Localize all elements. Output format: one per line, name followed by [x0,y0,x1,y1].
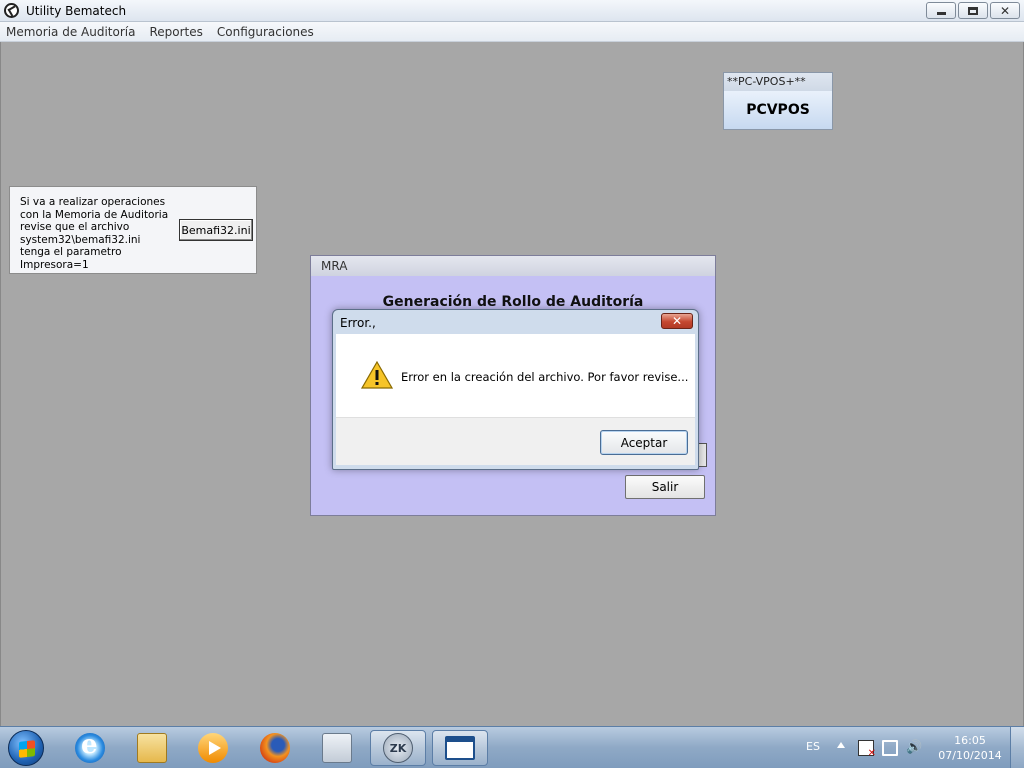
taskbar-media-player[interactable] [185,730,241,766]
volume-icon[interactable]: 🔊 [906,740,922,756]
info-box: Si va a realizar operaciones con la Memo… [9,186,257,274]
error-dialog-footer: Aceptar [336,417,695,465]
mra-title: MRA [311,256,715,276]
application-window-icon [445,736,475,760]
menu-bar: Memoria de Auditoría Reportes Configurac… [0,22,1024,42]
menu-configuraciones[interactable]: Configuraciones [217,25,314,39]
client-area: **PC-VPOS+** PCVPOS Si va a realizar ope… [0,42,1024,726]
pcvpos-panel: **PC-VPOS+** PCVPOS [723,72,833,130]
taskbar-firefox[interactable] [247,730,303,766]
menu-reportes[interactable]: Reportes [149,25,202,39]
media-player-icon [198,733,228,763]
taskbar: ZK ES 🔊 16:05 07/10/2014 [0,726,1024,768]
window-titlebar: Utility Bematech ✕ [0,0,1024,22]
taskbar-internet-explorer[interactable] [62,730,118,766]
error-dialog-body: Error en la creación del archivo. Por fa… [336,334,695,417]
mra-obscured-button[interactable] [699,443,707,467]
action-center-flag-icon[interactable] [858,740,876,759]
firefox-icon [260,733,290,763]
zk-app-icon: ZK [383,733,413,763]
system-clock[interactable]: 16:05 07/10/2014 [934,733,1006,763]
taskbar-calculator[interactable] [309,730,365,766]
windows-explorer-icon [137,733,167,763]
clock-date: 07/10/2014 [938,749,1002,762]
minimize-icon [936,12,946,15]
restore-button[interactable] [958,2,988,19]
close-button[interactable]: ✕ [990,2,1020,19]
network-icon[interactable] [882,740,898,756]
taskbar-utility-bematech[interactable] [432,730,488,766]
show-desktop-button[interactable] [1010,727,1024,768]
taskbar-windows-explorer[interactable] [124,730,180,766]
taskbar-zk-app[interactable]: ZK [370,730,426,766]
bemafi-ini-button[interactable]: Bemafi32.ini [179,219,253,241]
clock-time: 16:05 [954,734,986,747]
mra-heading: Generación de Rollo de Auditoría [382,294,644,310]
window-controls: ✕ [926,2,1020,19]
calculator-icon [322,733,352,763]
error-dialog-close-button[interactable]: ✕ [661,313,693,329]
show-hidden-icons-icon[interactable] [837,742,845,748]
language-indicator[interactable]: ES [806,740,820,753]
restore-icon [968,6,978,15]
warning-icon [361,361,393,389]
aceptar-button[interactable]: Aceptar [600,430,688,455]
info-text: Si va a realizar operaciones con la Memo… [20,196,169,271]
error-message: Error en la creación del archivo. Por fa… [401,370,689,384]
minimize-button[interactable] [926,2,956,19]
pcvpos-caption: **PC-VPOS+** [724,73,832,91]
menu-memoria-auditoria[interactable]: Memoria de Auditoría [6,25,135,39]
start-button[interactable] [8,730,44,766]
window-title: Utility Bematech [26,4,127,18]
error-dialog-title: Error., [340,316,376,330]
error-dialog: Error., ✕ Error en la creación del archi… [332,309,699,470]
bematech-app-icon [4,3,19,18]
salir-button[interactable]: Salir [625,475,705,499]
pcvpos-label[interactable]: PCVPOS [724,91,832,129]
internet-explorer-icon [75,730,105,763]
